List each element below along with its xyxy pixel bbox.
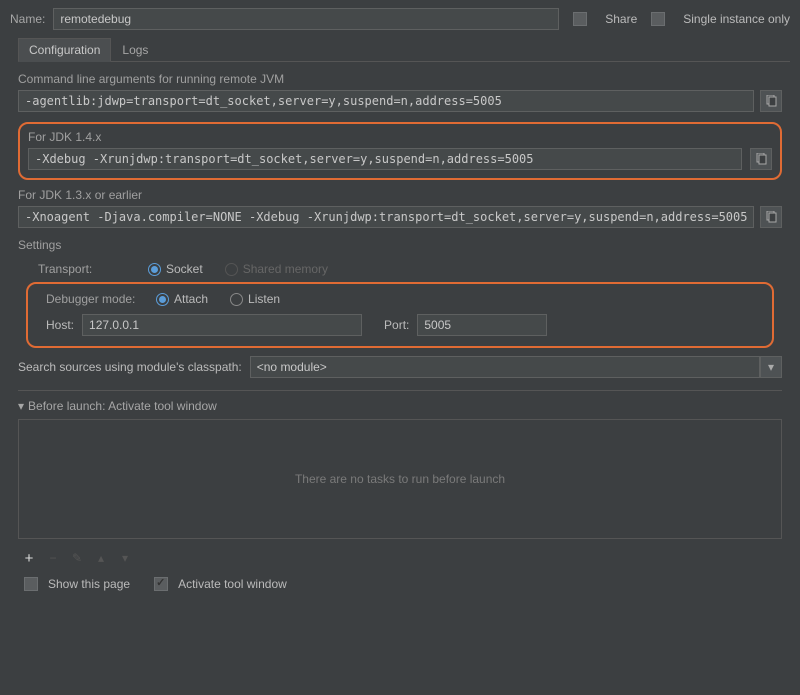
cmd3-field[interactable] — [18, 206, 754, 228]
cmd2-field[interactable] — [28, 148, 742, 170]
activate-tool-window-label: Activate tool window — [178, 577, 287, 591]
mode-attach-radio[interactable]: Attach — [156, 292, 208, 306]
copy-icon — [765, 211, 777, 223]
transport-label: Transport: — [38, 262, 148, 276]
chevron-down-icon: ▾ — [18, 399, 24, 413]
move-up-button: ▴ — [92, 549, 110, 567]
classpath-select[interactable]: <no module> — [250, 356, 760, 378]
host-label: Host: — [46, 318, 74, 332]
copy-icon — [755, 153, 767, 165]
edit-task-button: ✎ — [68, 549, 86, 567]
cmd1-copy-button[interactable] — [760, 90, 782, 112]
host-field[interactable] — [82, 314, 362, 336]
classpath-dropdown-button[interactable]: ▾ — [760, 356, 782, 378]
port-label: Port: — [384, 318, 409, 332]
remove-task-button: − — [44, 549, 62, 567]
tab-configuration[interactable]: Configuration — [18, 38, 111, 62]
debugger-mode-label: Debugger mode: — [46, 292, 156, 306]
tasks-empty-label: There are no tasks to run before launch — [295, 472, 505, 486]
cmd3-label: For JDK 1.3.x or earlier — [18, 188, 782, 202]
share-checkbox[interactable] — [573, 12, 587, 26]
single-instance-label: Single instance only — [683, 12, 790, 26]
transport-shared-radio: Shared memory — [225, 262, 328, 276]
share-label: Share — [605, 12, 637, 26]
classpath-label: Search sources using module's classpath: — [18, 360, 242, 374]
pencil-icon: ✎ — [72, 551, 82, 565]
settings-label: Settings — [18, 238, 782, 252]
chevron-down-icon: ▾ — [768, 360, 774, 374]
cmd2-label: For JDK 1.4.x — [28, 130, 772, 144]
tabs: Configuration Logs — [18, 38, 790, 62]
chevron-down-icon: ▾ — [122, 551, 128, 565]
plus-icon: + — [25, 550, 34, 567]
name-label: Name: — [10, 12, 45, 26]
tab-logs[interactable]: Logs — [111, 38, 159, 61]
activate-tool-window-checkbox[interactable] — [154, 577, 168, 591]
show-this-page-checkbox[interactable] — [24, 577, 38, 591]
before-launch-header[interactable]: ▾ Before launch: Activate tool window — [18, 399, 782, 413]
chevron-up-icon: ▴ — [98, 551, 104, 565]
transport-socket-radio[interactable]: Socket — [148, 262, 203, 276]
cmd2-copy-button[interactable] — [750, 148, 772, 170]
before-launch-tasks-box: There are no tasks to run before launch — [18, 419, 782, 539]
single-instance-checkbox[interactable] — [651, 12, 665, 26]
name-field[interactable] — [53, 8, 559, 30]
show-this-page-label: Show this page — [48, 577, 130, 591]
mode-listen-radio[interactable]: Listen — [230, 292, 280, 306]
cmd3-copy-button[interactable] — [760, 206, 782, 228]
cmd1-label: Command line arguments for running remot… — [18, 72, 782, 86]
cmd1-field[interactable] — [18, 90, 754, 112]
add-task-button[interactable]: + — [20, 549, 38, 567]
copy-icon — [765, 95, 777, 107]
tasks-toolbar: + − ✎ ▴ ▾ — [18, 545, 782, 577]
port-field[interactable] — [417, 314, 547, 336]
move-down-button: ▾ — [116, 549, 134, 567]
connection-highlight: Debugger mode: Attach Listen Host: Port: — [26, 282, 774, 348]
jdk14-highlight: For JDK 1.4.x — [18, 122, 782, 180]
minus-icon: − — [49, 551, 56, 565]
